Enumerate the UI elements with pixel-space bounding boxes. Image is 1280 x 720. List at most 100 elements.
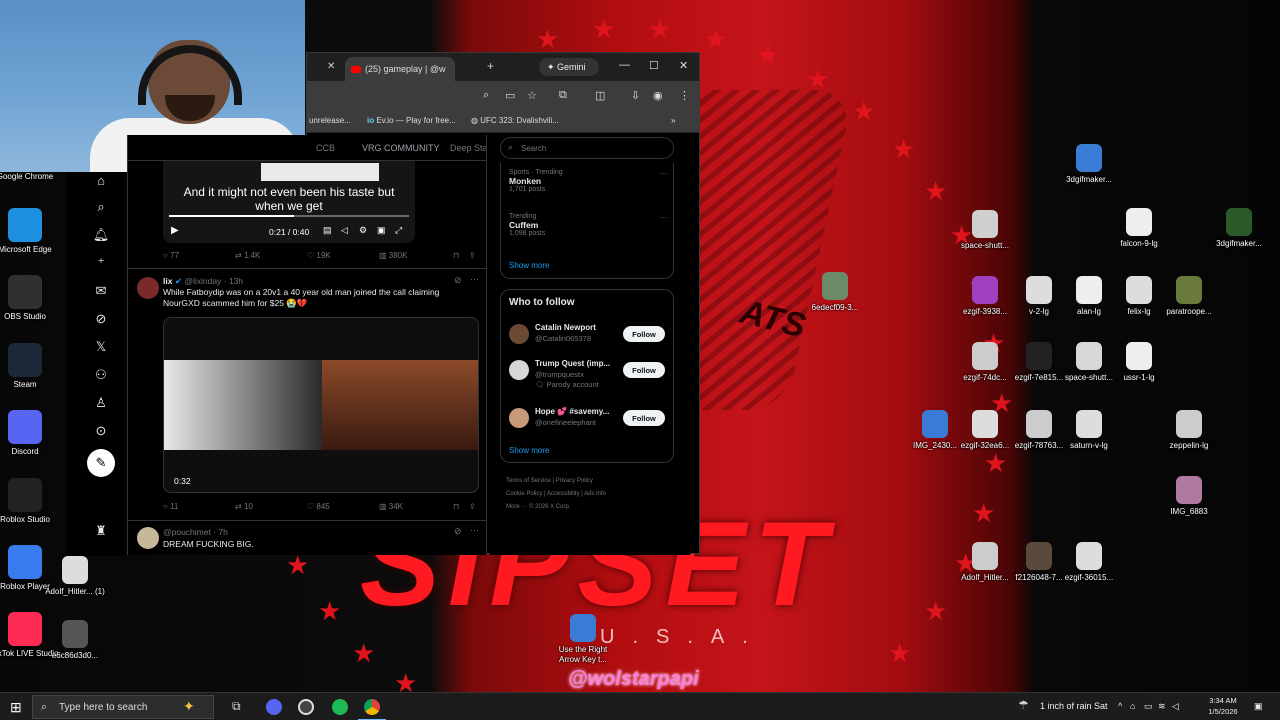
taskbar-search-input[interactable]: ⌕ Type here to search ✦	[32, 695, 214, 719]
avatar[interactable]	[137, 277, 159, 299]
show-more-link[interactable]: Show more	[509, 446, 549, 455]
download-icon[interactable]: ⇩	[631, 89, 640, 102]
desktop-file-icon[interactable]: falcon-9-lg	[1104, 208, 1174, 249]
desktop-icon-discord[interactable]: Discord	[0, 410, 60, 457]
follow-button[interactable]: Follow	[623, 362, 665, 378]
footer-link[interactable]: More ···	[506, 504, 527, 510]
captions-icon[interactable]: ▤	[323, 225, 332, 236]
bookmarks-overflow-icon[interactable]: »	[671, 116, 675, 125]
desktop-file-icon[interactable]: 6edecf09-3...	[800, 272, 870, 313]
feed-post[interactable]: @pouchimet · 7h ⊘ ··· DREAM FUCKING BIG.	[128, 521, 486, 555]
desktop-file-icon[interactable]: paratroope...	[1154, 276, 1224, 317]
follow-suggestion[interactable]: Catalin Newport @Catalin065378 Follow	[501, 320, 675, 356]
show-more-link[interactable]: Show more	[509, 261, 549, 270]
desktop-icon-obs[interactable]: OBS Studio	[0, 275, 60, 322]
desktop-file-icon[interactable]: Adolf_Hitler... (1)	[40, 556, 110, 597]
follow-suggestion[interactable]: Trump Quest (imp... @trumpquestx 🗨 Parod…	[501, 356, 675, 396]
desktop-file-icon[interactable]: e6c86d3d0...	[40, 620, 110, 661]
desktop-file-icon[interactable]: saturn-v-lg	[1054, 410, 1124, 451]
grok-post-icon[interactable]: ⊘	[454, 526, 462, 537]
avatar[interactable]	[509, 408, 529, 428]
split-view-icon[interactable]: ◫	[595, 89, 605, 102]
post-more-icon[interactable]: ···	[470, 525, 479, 535]
reply-button[interactable]: ○ 11	[163, 502, 178, 511]
profile-icon[interactable]: ◉	[653, 89, 663, 102]
like-button[interactable]: ♡ 19K	[307, 251, 331, 260]
grok-icon[interactable]: ⊘	[92, 310, 110, 328]
bookmark-icon[interactable]: ⊓	[453, 251, 459, 260]
discord-taskbar-icon[interactable]	[266, 699, 282, 715]
volume-icon[interactable]: ◁	[341, 225, 348, 236]
share-icon[interactable]: ⇪	[469, 251, 476, 260]
trend-more-icon[interactable]: ···	[659, 169, 667, 178]
weather-rain-icon[interactable]: ☂	[1018, 698, 1029, 712]
explore-search-icon[interactable]: ⌕	[92, 198, 110, 216]
desktop-file-icon[interactable]: space-shutt...	[950, 210, 1020, 251]
trend-item[interactable]: Sports · Trending Monken 1,701 posts ···	[509, 169, 669, 193]
communities-icon[interactable]: ⚇	[92, 366, 110, 384]
avatar[interactable]	[137, 527, 159, 549]
feed-tab[interactable]: Deep Sta	[450, 143, 486, 153]
feed-post[interactable]: lix ✔ @lixinday · 13h ⊘ ··· While Fatboy…	[128, 269, 486, 521]
search-icon[interactable]: ⌕	[483, 89, 489, 102]
volume-icon[interactable]: ◁	[1172, 701, 1179, 712]
bookmark-icon[interactable]: ⊓	[453, 502, 459, 511]
maximize-icon[interactable]: ☐	[649, 59, 659, 72]
desktop-icon-roblox-studio[interactable]: Roblox Studio	[0, 478, 60, 525]
x-logo-icon[interactable]: 𝕏	[92, 338, 110, 356]
post-video[interactable]: 0:32	[163, 317, 479, 493]
battery-icon[interactable]: ▭	[1144, 701, 1153, 712]
menu-icon[interactable]: ⋮	[679, 89, 690, 102]
task-view-icon[interactable]: ⧉	[232, 699, 241, 714]
notification-center-icon[interactable]: ▣	[1254, 701, 1263, 712]
repost-button[interactable]: ⇄ 1.4K	[235, 251, 260, 260]
bookmark-star-icon[interactable]: ☆	[527, 89, 537, 102]
browser-tab-active[interactable]: (25) gameplay | @w	[345, 57, 455, 81]
trend-item[interactable]: Trending Cuffem 1,098 posts ···	[509, 213, 669, 237]
footer-link[interactable]: Accessibility	[547, 491, 580, 497]
desktop-file-icon[interactable]: ussr-1-lg	[1104, 342, 1174, 383]
cast-icon[interactable]: ▭	[505, 89, 515, 102]
video-progress-bar[interactable]	[169, 215, 409, 217]
close-window-icon[interactable]: ✕	[679, 59, 688, 72]
follow-icon[interactable]: ⁺	[92, 254, 110, 272]
gemini-button[interactable]: ✦ Gemini	[539, 58, 599, 76]
more-circle-icon[interactable]: ⊙	[92, 422, 110, 440]
desktop-file-icon[interactable]: 3dgifmaker...	[1054, 144, 1124, 185]
feed-post[interactable]: And it might not even been his taste but…	[128, 161, 486, 269]
bookmark-item[interactable]: io Ev.io — Play for free...	[367, 116, 456, 125]
desktop-icon-edge[interactable]: Microsoft Edge	[0, 208, 60, 255]
fullscreen-icon[interactable]: ⤢	[395, 225, 402, 236]
author-name[interactable]: lix	[163, 276, 172, 286]
share-icon[interactable]: ⇪	[469, 502, 476, 511]
weather-text[interactable]: 1 inch of rain Sat	[1040, 701, 1108, 711]
settings-gear-icon[interactable]: ⚙	[359, 225, 367, 236]
views-button[interactable]: ▥ 34K	[379, 502, 403, 511]
bookmark-item[interactable]: ◍ UFC 323: Dvalishvili...	[471, 116, 559, 125]
pip-icon[interactable]: ▣	[377, 225, 386, 236]
like-button[interactable]: ♡ 845	[307, 502, 330, 511]
desktop-file-icon[interactable]: ezgif-36015...	[1054, 542, 1124, 583]
wifi-icon[interactable]: ≋	[1158, 701, 1166, 712]
desktop-file-icon[interactable]: 3dgifmaker...	[1204, 208, 1274, 249]
x-search-input[interactable]: ⌕ Search	[500, 137, 674, 159]
extensions-icon[interactable]: ⧉	[559, 89, 567, 102]
profile-person-icon[interactable]: ♙	[92, 394, 110, 412]
minimize-icon[interactable]: —	[619, 59, 630, 71]
new-tab-icon[interactable]: +	[487, 59, 494, 73]
reply-button[interactable]: ○ 77	[163, 251, 179, 260]
footer-link[interactable]: Privacy Policy	[556, 478, 593, 484]
spotify-taskbar-icon[interactable]	[332, 699, 348, 715]
repost-button[interactable]: ⇄ 10	[235, 502, 253, 511]
network-icon[interactable]: ⌂	[1130, 701, 1135, 711]
footer-link[interactable]: Terms of Service	[506, 478, 551, 484]
desktop-icon-steam[interactable]: Steam	[0, 343, 60, 390]
feed-tab[interactable]: VRG COMMUNITY	[362, 143, 440, 153]
notifications-bell-icon[interactable]: 🔔︎	[92, 226, 110, 244]
avatar[interactable]	[509, 360, 529, 380]
grok-post-icon[interactable]: ⊘	[454, 275, 462, 286]
footer-link[interactable]: Ads info	[584, 491, 606, 497]
tray-chevron-icon[interactable]: ^	[1118, 701, 1122, 711]
trend-more-icon[interactable]: ···	[659, 213, 667, 222]
chrome-taskbar-icon[interactable]	[364, 699, 380, 715]
